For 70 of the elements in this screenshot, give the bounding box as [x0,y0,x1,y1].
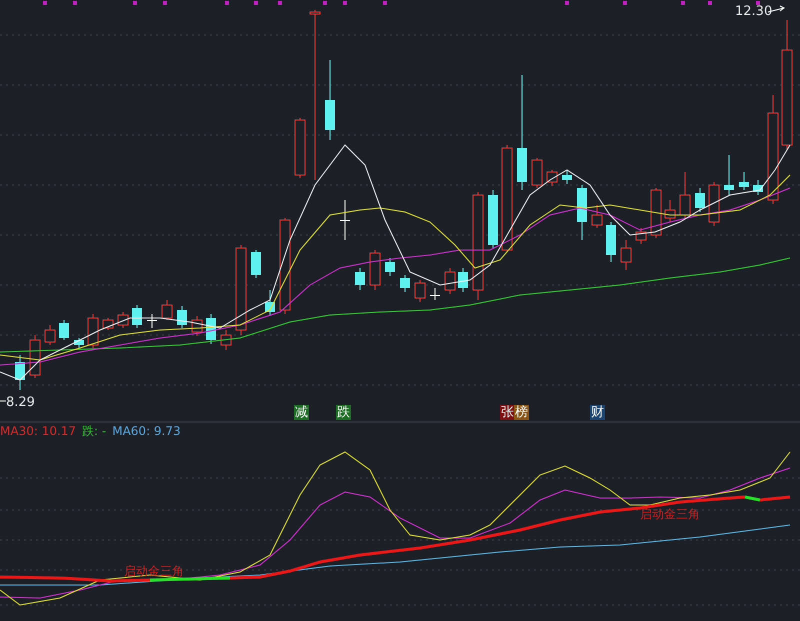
candlestick [294,118,306,178]
candlestick [414,280,426,302]
candlestick [606,222,616,262]
candlestick [753,180,763,196]
candlestick [708,182,720,226]
candlestick [592,204,602,228]
signal-marker [681,1,685,5]
candlestick [680,172,690,218]
candlestick [74,338,84,348]
candlestick [102,318,114,330]
signal-marker [565,1,569,5]
candlestick [118,312,128,328]
candlestick [162,300,172,320]
signal-marker [133,1,137,5]
legend-item: MA60: 9.73 [112,424,181,439]
signal-marker [225,1,229,5]
legend-item: 跌: - [82,424,106,439]
high-price-label: 12.30 [735,4,772,19]
legend-item: MA30: 10.17 [0,424,76,439]
candlestick [251,250,261,278]
candlestick [620,240,632,270]
candlestick [724,154,734,196]
candlestick [132,304,142,328]
candlestick [532,158,542,188]
low-price-label: 8.29 [6,395,35,410]
candlestick [488,190,498,248]
signal-marker [43,1,47,5]
signal-marker [708,1,712,5]
signal-marker [278,1,282,5]
event-tag[interactable]: 张 [500,405,515,420]
candlestick [59,320,69,340]
candlestick [177,306,187,328]
chart-annotation: 启动金三角 [640,507,700,521]
signal-marker [254,1,258,5]
candlestick [400,274,410,292]
candlestick [355,268,365,290]
candlestick [546,170,558,186]
event-tag[interactable]: 榜 [514,405,529,420]
signal-marker [343,1,347,5]
candlestick [650,188,662,238]
candlestick [577,184,587,240]
chart-annotation: 启动金三角 [124,564,184,578]
signal-marker [756,1,760,5]
signal-marker [323,1,327,5]
candlestick [444,268,456,294]
event-tag[interactable]: 跌 [336,405,351,420]
event-tag[interactable]: 财 [590,405,605,420]
candlestick [220,330,232,350]
candlestick [192,316,202,336]
signal-marker [73,1,77,5]
event-tag[interactable]: 减 [294,405,309,420]
candlestick [430,288,440,300]
candlestick [695,188,705,212]
candlestick [206,314,216,344]
candlestick [15,354,25,390]
signal-marker [623,1,627,5]
candlestick [664,200,676,222]
candlestick [88,314,98,348]
candlestick [370,250,380,290]
candlestick [44,324,56,346]
candlestick [147,314,157,328]
candlestick [636,228,646,244]
candlestick [385,258,395,276]
candlestick [340,200,350,240]
signal-marker [163,1,167,5]
candlestick [458,268,468,292]
candlestick [265,290,275,316]
candlestick [562,170,572,184]
signal-marker [383,1,387,5]
candlestick [739,172,749,190]
